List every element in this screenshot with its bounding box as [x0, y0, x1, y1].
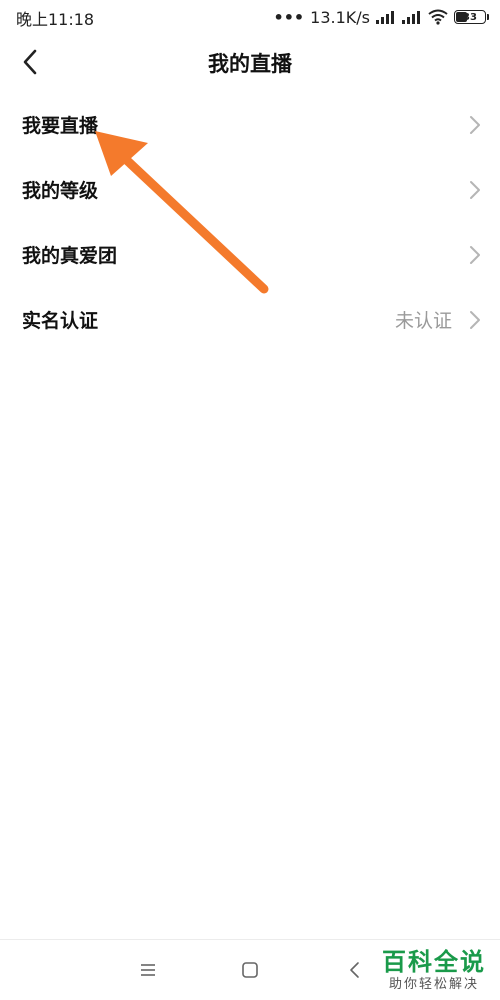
header: 我的直播: [0, 34, 500, 90]
network-speed: 13.1K/s: [310, 7, 370, 27]
more-dots-icon: •••: [273, 7, 305, 27]
wifi-icon: [428, 9, 448, 25]
chevron-right-icon: [470, 115, 480, 134]
menu-item-my-level[interactable]: 我的等级: [0, 157, 500, 222]
status-bar: 晚上11:18 ••• 13.1K/s 33: [0, 0, 500, 34]
page-title: 我的直播: [208, 52, 292, 76]
verification-status: 未认证: [394, 310, 452, 332]
menu-item-real-name-verification[interactable]: 实名认证 未认证: [0, 287, 500, 352]
triangle-back-icon: [350, 962, 359, 978]
nav-menu-button[interactable]: [136, 958, 160, 982]
nav-back-button[interactable]: [342, 958, 366, 982]
watermark-subtitle: 助你轻松解决: [388, 977, 479, 992]
menu-item-label: 我的等级: [22, 180, 99, 202]
chevron-right-icon: [470, 310, 480, 329]
menu-item-label: 实名认证: [22, 310, 99, 332]
signal-icon: [376, 10, 396, 24]
square-home-icon: [242, 962, 258, 978]
watermark-title: 百科全说: [382, 948, 486, 976]
watermark: 百科全说 助你轻松解决: [382, 948, 486, 994]
battery-icon: 33: [454, 10, 489, 24]
system-nav-bar: 百科全说 助你轻松解决: [0, 939, 500, 1000]
menu-item-label: 我要直播: [22, 115, 99, 137]
menu-item-go-live[interactable]: 我要直播: [0, 92, 500, 157]
chevron-right-icon: [470, 180, 480, 199]
battery-level: 33: [463, 11, 477, 23]
chevron-right-icon: [470, 245, 480, 264]
signal-icon-2: [402, 10, 422, 24]
menu-lines-icon: [141, 964, 155, 976]
status-time: 晚上11:18: [16, 10, 95, 29]
status-indicators: ••• 13.1K/s 33: [273, 6, 489, 28]
menu-list: 我要直播 我的等级 我的真爱团 实名认证 未认证: [0, 92, 500, 352]
nav-home-button[interactable]: [238, 958, 262, 982]
menu-item-fan-club[interactable]: 我的真爱团: [0, 222, 500, 287]
menu-item-label: 我的真爱团: [22, 245, 118, 267]
